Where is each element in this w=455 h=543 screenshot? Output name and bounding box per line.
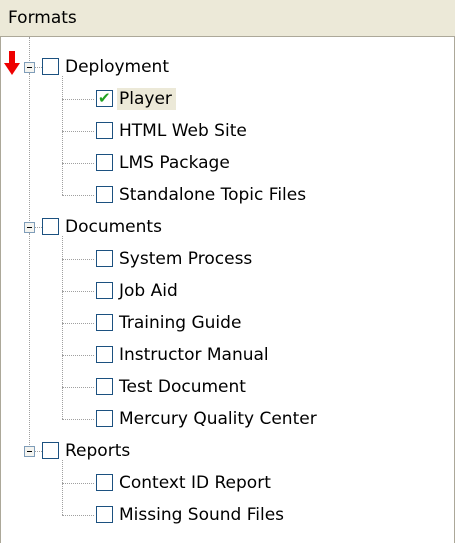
item-label: System Process: [119, 249, 253, 269]
item-label: Job Aid: [119, 281, 178, 301]
item-checkbox[interactable]: [96, 410, 113, 427]
item-checkbox[interactable]: [96, 282, 113, 299]
group-checkbox[interactable]: [42, 442, 59, 459]
item-checkbox[interactable]: [96, 378, 113, 395]
item-label: Instructor Manual: [119, 345, 269, 365]
item-checkbox[interactable]: [96, 154, 113, 171]
item-checkbox[interactable]: [96, 474, 113, 491]
tree-connector: [29, 37, 30, 61]
group-label: Deployment: [65, 57, 169, 77]
item-checkbox[interactable]: [96, 314, 113, 331]
item-checkbox[interactable]: [96, 506, 113, 523]
tree-connector: [62, 515, 94, 516]
checkmark-icon: ✔: [98, 89, 111, 107]
tree-connector: [62, 387, 94, 388]
collapse-toggle-icon[interactable]: [24, 446, 35, 457]
tree-connector: [62, 323, 94, 324]
item-label: LMS Package: [119, 153, 230, 173]
tree-connector: [35, 451, 42, 452]
tree-connector: [62, 195, 94, 196]
group-checkbox[interactable]: [42, 58, 59, 75]
tree-connector: [62, 76, 63, 195]
item-label: Standalone Topic Files: [119, 185, 307, 205]
group-label: Reports: [65, 441, 131, 461]
tree-connector: [62, 483, 94, 484]
item-label: HTML Web Site: [119, 121, 247, 141]
item-label: Training Guide: [119, 313, 242, 333]
red-arrow-icon: [4, 51, 20, 75]
collapse-toggle-icon[interactable]: [24, 222, 35, 233]
group-checkbox[interactable]: [42, 218, 59, 235]
item-checkbox[interactable]: [96, 186, 113, 203]
item-checkbox[interactable]: ✔: [96, 89, 113, 107]
tree-connector: [62, 236, 63, 419]
formats-panel: Formats Deployment ✔ Player HTML Web Site LM…: [0, 0, 455, 543]
formats-tree[interactable]: Deployment ✔ Player HTML Web Site LMS Packag…: [0, 37, 455, 543]
panel-header: Formats: [0, 0, 455, 36]
tree-connector: [62, 163, 94, 164]
item-label: Missing Sound Files: [119, 505, 285, 525]
item-label: Test Document: [119, 377, 246, 397]
item-label: Context ID Report: [119, 473, 271, 493]
tree-connector: [29, 73, 30, 221]
tree-connector: [62, 259, 94, 260]
tree-connector: [29, 233, 30, 445]
panel-title: Formats: [8, 8, 77, 28]
item-checkbox[interactable]: [96, 250, 113, 267]
tree-connector: [62, 419, 94, 420]
tree-connector: [62, 355, 94, 356]
item-label: Player: [117, 88, 176, 110]
tree-connector: [35, 227, 42, 228]
tree-connector: [62, 99, 94, 100]
tree-connector: [62, 460, 63, 515]
tree-connector: [62, 291, 94, 292]
item-label: Mercury Quality Center: [119, 409, 317, 429]
tree-connector: [62, 131, 94, 132]
collapse-toggle-icon[interactable]: [24, 62, 35, 73]
item-checkbox[interactable]: [96, 122, 113, 139]
tree-connector: [35, 67, 42, 68]
item-checkbox[interactable]: [96, 346, 113, 363]
group-label: Documents: [65, 217, 162, 237]
